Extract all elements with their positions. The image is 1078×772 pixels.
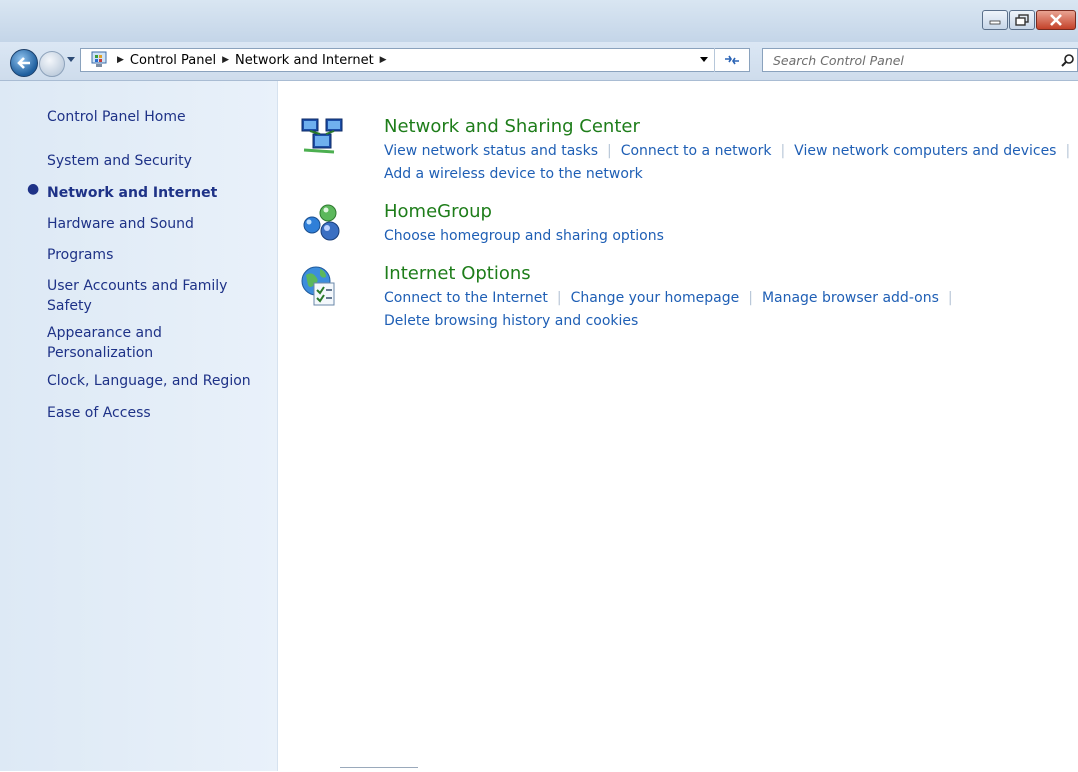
chevron-right-icon[interactable]: ▶: [117, 55, 124, 65]
link-separator: |: [748, 290, 753, 306]
link-delete-browsing-history[interactable]: Delete browsing history and cookies: [384, 313, 638, 329]
address-history-dropdown-icon[interactable]: [699, 56, 709, 64]
nav-user-accounts-and-family-safety[interactable]: User Accounts and Family Safety: [47, 276, 237, 316]
minimize-icon: [989, 20, 1001, 25]
title-bar: [0, 0, 1078, 42]
link-view-network-status[interactable]: View network status and tasks: [384, 143, 598, 159]
link-choose-homegroup-options[interactable]: Choose homegroup and sharing options: [384, 228, 664, 244]
restore-icon: [1015, 14, 1029, 26]
category-title-internet-options[interactable]: Internet Options: [384, 263, 531, 284]
link-add-wireless-device[interactable]: Add a wireless device to the network: [384, 166, 643, 182]
nav-network-and-internet[interactable]: Network and Internet: [47, 183, 247, 203]
address-bar[interactable]: ▶ Control Panel ▶ Network and Internet ▶: [80, 48, 750, 72]
nav-ease-of-access[interactable]: Ease of Access: [47, 403, 247, 423]
link-separator: |: [780, 143, 786, 159]
link-separator: |: [607, 143, 612, 159]
refresh-button[interactable]: [714, 48, 749, 72]
control-panel-icon: [91, 51, 107, 67]
main-content: Network and Sharing Center View network …: [278, 81, 1078, 771]
nav-programs[interactable]: Programs: [47, 245, 247, 265]
chevron-right-icon[interactable]: ▶: [222, 55, 229, 65]
taskbar-edge: [340, 767, 418, 772]
internet-options-icon[interactable]: [300, 263, 348, 311]
link-separator: |: [1065, 143, 1071, 159]
left-navigation-pane: Control Panel Home System and Security ●…: [0, 81, 278, 771]
link-view-network-computers[interactable]: View network computers and devices: [794, 143, 1056, 159]
recent-pages-dropdown-icon[interactable]: [66, 56, 76, 64]
network-sharing-icon[interactable]: [300, 116, 348, 164]
caption-buttons: [981, 10, 1076, 30]
link-separator: |: [947, 290, 953, 306]
category-links: Choose homegroup and sharing options: [384, 225, 1078, 248]
back-button[interactable]: [10, 49, 38, 77]
minimize-button[interactable]: [982, 10, 1008, 30]
search-input[interactable]: [771, 51, 1045, 69]
breadcrumb-control-panel[interactable]: Control Panel: [130, 53, 216, 68]
homegroup-icon[interactable]: [300, 201, 348, 249]
link-connect-to-internet[interactable]: Connect to the Internet: [384, 290, 548, 306]
chevron-right-icon[interactable]: ▶: [380, 55, 387, 65]
close-button[interactable]: [1036, 10, 1076, 30]
back-arrow-icon: [17, 57, 30, 69]
forward-button[interactable]: [39, 51, 65, 77]
breadcrumb-network-and-internet[interactable]: Network and Internet: [235, 53, 374, 68]
link-manage-browser-add-ons[interactable]: Manage browser add-ons: [762, 290, 939, 306]
nav-clock-language-and-region[interactable]: Clock, Language, and Region: [47, 371, 267, 391]
category-links: View network status and tasks | Connect to…: [384, 140, 1078, 186]
category-links: Connect to the Internet | Change your home…: [384, 287, 1078, 333]
link-connect-to-network[interactable]: Connect to a network: [621, 143, 772, 159]
category-title-homegroup[interactable]: HomeGroup: [384, 201, 492, 222]
nav-system-and-security[interactable]: System and Security: [47, 151, 247, 171]
close-icon: [1050, 14, 1062, 26]
category-title-network-and-sharing-center[interactable]: Network and Sharing Center: [384, 116, 640, 137]
navigation-bar: ▶ Control Panel ▶ Network and Internet ▶: [0, 42, 1078, 81]
nav-control-panel-home[interactable]: Control Panel Home: [47, 107, 247, 127]
refresh-icon: [725, 55, 739, 65]
nav-hardware-and-sound[interactable]: Hardware and Sound: [47, 214, 247, 234]
nav-appearance-and-personalization[interactable]: Appearance and Personalization: [47, 323, 187, 363]
search-box[interactable]: [762, 48, 1078, 72]
restore-button[interactable]: [1009, 10, 1035, 30]
link-change-homepage[interactable]: Change your homepage: [571, 290, 740, 306]
search-icon[interactable]: [1061, 53, 1075, 67]
link-separator: |: [556, 290, 562, 306]
current-page-bullet-icon: ●: [27, 181, 40, 197]
